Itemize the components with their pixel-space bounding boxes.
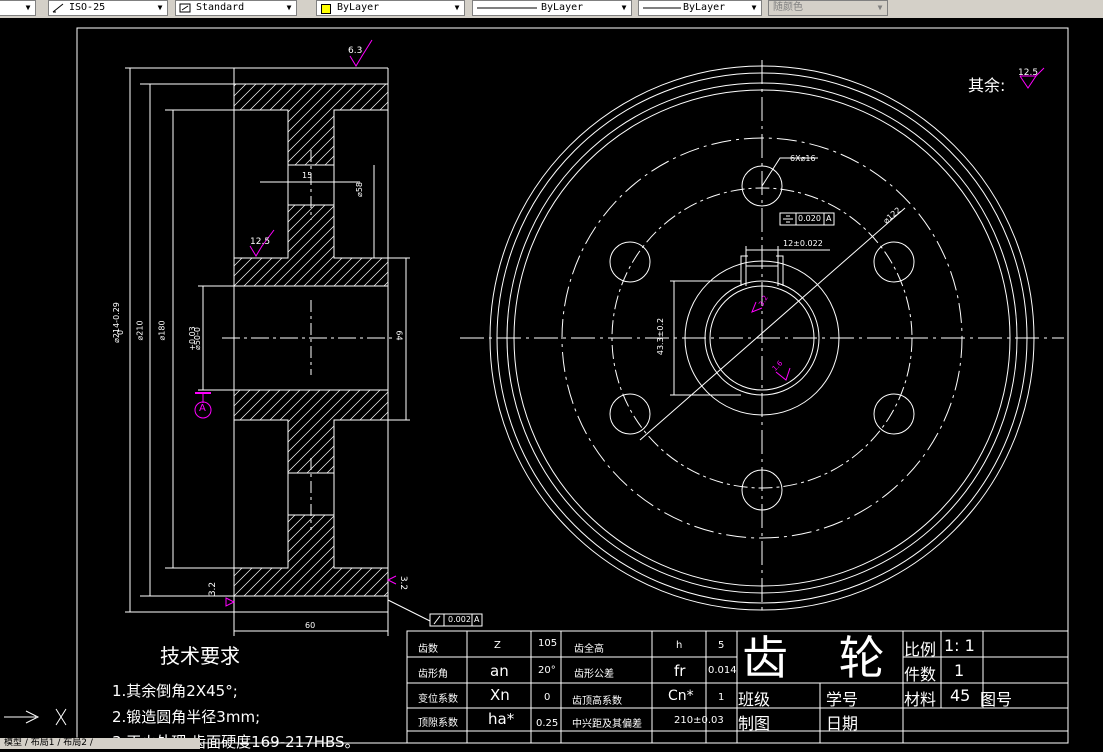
table-cell: 齿形公差: [574, 669, 614, 680]
table-cell: 中兴距及其偏差: [572, 719, 642, 730]
table-cell: 顶隙系数: [418, 718, 458, 729]
table-cell: 210±0.03: [674, 715, 724, 726]
tab-layout1[interactable]: 布局1: [31, 738, 55, 748]
drawing-canvas[interactable]: 6.3 12.5 3.2 3.2 12.5 其余: 15 ⌀58 ⌀214-0.…: [0, 18, 1103, 751]
table-cell: 5: [718, 640, 725, 651]
qty-value: 1: [954, 661, 965, 680]
table-cell: h: [676, 640, 683, 651]
runout-value: 0.002: [448, 615, 471, 624]
layout-tabs: 模型 / 布局1 / 布局2 /: [0, 738, 200, 749]
layer-color-select[interactable]: ByLayer ▼: [316, 0, 465, 16]
table-cell: fr: [674, 662, 686, 680]
dim-bore: ⌀50-0: [192, 327, 202, 350]
dim-phi210: ⌀210: [135, 320, 145, 341]
table-cell: Z: [494, 640, 501, 651]
drawing-no-label: 图号: [980, 690, 1013, 709]
part-name: 齿 轮: [742, 631, 903, 685]
table-cell: ha*: [488, 710, 515, 728]
tech-title: 技术要求: [160, 644, 240, 668]
bolt-hole: [873, 393, 915, 435]
table-cell: 0.014: [708, 665, 737, 676]
roughness-bottom-right-label: 3.2: [398, 575, 409, 591]
table-cell: 齿全高: [574, 644, 604, 655]
symmetry-datum: A: [826, 214, 832, 223]
linetype-preview-icon: [477, 7, 537, 9]
scale-value: 1: 1: [944, 636, 975, 655]
ucs-icon: [4, 708, 67, 726]
textstyle-icon: [179, 3, 191, 13]
front-view: [460, 60, 1064, 611]
lineweight-value: ByLayer: [683, 2, 726, 13]
tab-model[interactable]: 模型: [4, 738, 22, 748]
toolbar-left-dropdown[interactable]: ▼: [0, 0, 36, 16]
dimstyle-value: ISO-25: [69, 2, 106, 13]
table-cell: Xn: [490, 686, 510, 704]
symmetry-value: 0.020: [798, 214, 821, 223]
dimstyle-select[interactable]: ISO-25 ▼: [48, 0, 168, 16]
tech-item-1: 1.其余倒角2X45°;: [112, 682, 238, 700]
scale-label: 比例: [904, 640, 937, 659]
table-cell: 变位系数: [418, 694, 458, 705]
table-cell: 齿顶高系数: [572, 696, 622, 707]
holes-note: 6X⌀16: [790, 154, 816, 163]
layer-color-value: ByLayer: [337, 2, 380, 13]
linetype-select[interactable]: ByLayer ▼: [472, 0, 632, 16]
table-cell: 105: [538, 638, 558, 649]
roughness-left-label: 12.5: [250, 237, 271, 247]
dim-outer: ⌀214-0.29: [111, 302, 121, 343]
bolt-hole: [609, 241, 651, 283]
student-no-label: 学号: [826, 690, 859, 709]
dim-64: 64: [394, 330, 404, 341]
dimstyle-icon: [52, 3, 64, 13]
table-cell: 齿形角: [418, 669, 448, 680]
lineweight-preview-icon: [643, 7, 681, 9]
chevron-down-icon: ▼: [751, 3, 757, 12]
roughness-top-label: 6.3: [348, 46, 363, 56]
textstyle-value: Standard: [196, 2, 245, 13]
keyway-depth: 43.3±0.2: [656, 317, 666, 356]
chevron-down-icon: ▼: [286, 3, 292, 12]
drawn-label: 制图: [738, 714, 771, 733]
chevron-down-icon: ▼: [157, 3, 163, 12]
table-cell: 0.25: [536, 718, 559, 729]
table-cell: Cn*: [668, 688, 694, 704]
section-width-dim: 60: [305, 621, 316, 630]
bolt-hole: [609, 393, 651, 435]
dim-15: 15: [302, 171, 313, 180]
class-label: 班级: [738, 690, 771, 709]
runout-datum: A: [474, 615, 480, 624]
date-label: 日期: [826, 714, 859, 733]
dim-phi180: ⌀180: [157, 320, 167, 341]
table-cell: 齿数: [418, 644, 438, 655]
dropdown-arrow-icon: ▼: [25, 3, 31, 12]
tab-layout2[interactable]: 布局2: [63, 738, 87, 748]
keyway-width: 12±0.022: [783, 239, 823, 248]
textstyle-select[interactable]: Standard ▼: [175, 0, 297, 16]
dim-phi58: ⌀58: [355, 182, 364, 197]
plotstyle-value: 随颜色: [773, 2, 803, 13]
material-value: 45: [950, 686, 971, 705]
table-cell: 20°: [538, 665, 556, 676]
roughness-other-value: 12.5: [1018, 68, 1039, 78]
plotstyle-select[interactable]: 随颜色 ▼: [768, 0, 888, 16]
qty-label: 件数: [904, 665, 937, 684]
lineweight-select[interactable]: ByLayer ▼: [638, 0, 762, 16]
dim-outer-top: 0: [116, 329, 126, 336]
table-cell: an: [490, 662, 509, 680]
chevron-down-icon: ▼: [454, 3, 460, 12]
bolt-hole: [873, 241, 915, 283]
chevron-down-icon: ▼: [621, 3, 627, 12]
roughness-bottom-left-label: 3.2: [208, 581, 219, 597]
roughness-other-label: 其余:: [968, 76, 1006, 95]
chevron-down-icon: ▼: [877, 3, 883, 12]
section-view: [125, 67, 483, 636]
table-cell: 1: [718, 692, 725, 703]
color-swatch-icon: [321, 4, 331, 14]
datum-a-label: A: [199, 403, 206, 414]
properties-toolbar: ▼ ISO-25 ▼ Standard ▼ ByLayer ▼ ByLayer …: [0, 0, 1103, 19]
material-label: 材料: [904, 690, 937, 709]
table-cell: 0: [544, 692, 551, 703]
linetype-value: ByLayer: [541, 2, 584, 13]
tech-item-2: 2.锻造圆角半径3mm;: [112, 708, 261, 726]
